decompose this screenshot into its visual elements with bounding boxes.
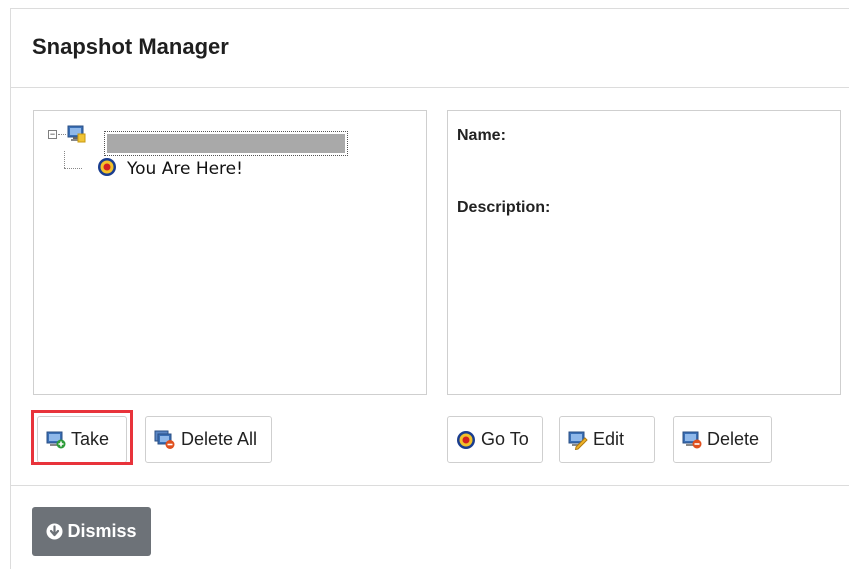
delete-button[interactable]: Delete xyxy=(673,416,772,463)
description-label: Description: xyxy=(457,199,551,216)
tree-connector xyxy=(64,168,82,169)
tree-connector xyxy=(58,134,66,135)
tree-current-state-node[interactable]: You Are Here! xyxy=(97,157,297,179)
go-to-button[interactable]: Go To xyxy=(447,416,543,463)
tree-collapse-toggle[interactable]: − xyxy=(48,130,57,139)
dialog-header: Snapshot Manager xyxy=(11,9,849,88)
snapshot-details-panel: Name: Description: xyxy=(447,110,841,395)
edit-button-label: Edit xyxy=(593,429,625,449)
delete-snapshot-icon xyxy=(682,431,702,448)
arrow-down-circle-icon xyxy=(46,523,63,540)
name-label: Name: xyxy=(457,127,506,144)
footer-divider xyxy=(11,485,849,486)
take-snapshot-button[interactable]: Take xyxy=(37,416,127,463)
snapshot-tree-panel[interactable]: − You Are Here! xyxy=(33,110,427,395)
target-icon xyxy=(457,430,475,449)
target-icon xyxy=(97,157,117,177)
delete-all-icon xyxy=(154,430,175,449)
delete-button-label: Delete xyxy=(707,429,760,449)
tree-root-node[interactable]: − xyxy=(48,125,378,156)
go-to-button-label: Go To xyxy=(481,429,529,449)
snapshot-root-name-redacted[interactable] xyxy=(104,131,348,156)
edit-snapshot-icon xyxy=(568,431,588,450)
dialog-title: Snapshot Manager xyxy=(32,34,229,59)
snapshot-manager-dialog: Snapshot Manager − You Are Here! Name: D… xyxy=(10,8,849,569)
take-snapshot-icon xyxy=(46,431,66,448)
delete-all-button[interactable]: Delete All xyxy=(145,416,272,463)
delete-all-button-label: Delete All xyxy=(181,429,258,449)
dismiss-button[interactable]: Dismiss xyxy=(32,507,151,556)
dismiss-button-label: Dismiss xyxy=(67,521,137,541)
current-state-label: You Are Here! xyxy=(127,159,243,179)
tree-connector xyxy=(64,151,65,168)
take-button-label: Take xyxy=(71,429,110,449)
vm-snapshot-icon xyxy=(67,125,87,143)
edit-button[interactable]: Edit xyxy=(559,416,655,463)
